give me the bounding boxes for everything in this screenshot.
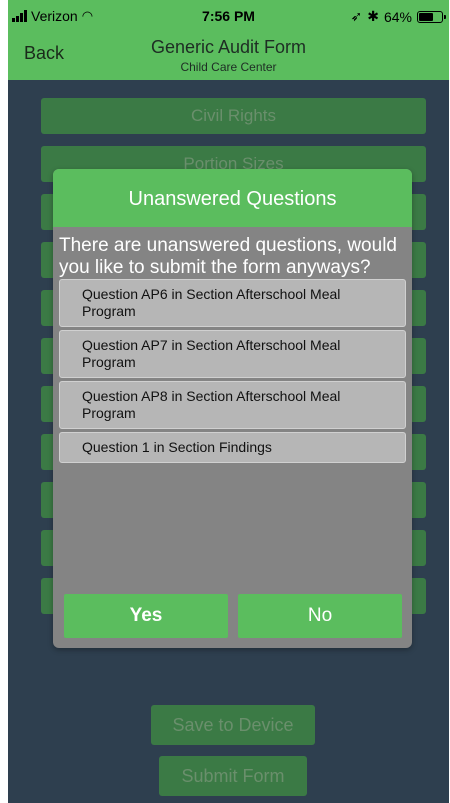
submit-form-button[interactable]: Submit Form <box>159 756 307 796</box>
battery-icon <box>417 10 446 23</box>
yes-button[interactable]: Yes <box>64 594 228 638</box>
page-title: Generic Audit Form <box>150 37 307 57</box>
dialog-actions: Yes No <box>64 594 402 638</box>
list-item[interactable]: Question AP6 in Section Afterschool Meal… <box>59 279 406 327</box>
app-screen: Verizon ◠ 7:56 PM ➶ ✱ 64% Back Generic A… <box>8 0 449 803</box>
status-bar: Verizon ◠ 7:56 PM ➶ ✱ 64% <box>8 0 449 30</box>
question-list: Question AP6 in Section Afterschool Meal… <box>59 279 406 463</box>
battery-percent: 64% <box>383 8 412 25</box>
unanswered-questions-dialog: Unanswered Questions There are unanswere… <box>53 169 412 648</box>
page-subtitle: Child Care Center <box>180 60 277 74</box>
list-item[interactable]: Question 1 in Section Findings <box>59 432 406 463</box>
list-item[interactable]: Question AP7 in Section Afterschool Meal… <box>59 330 406 378</box>
nav-bar: Back Generic Audit Form Child Care Cente… <box>8 30 449 80</box>
dialog-title: Unanswered Questions <box>53 169 412 227</box>
bluetooth-icon: ✱ <box>367 8 379 24</box>
section-button[interactable]: Civil Rights <box>41 98 426 134</box>
save-to-device-button[interactable]: Save to Device <box>151 705 315 745</box>
location-icon: ➶ <box>350 8 363 24</box>
status-right: ➶ ✱ 64% <box>350 8 446 25</box>
battery-fill <box>419 12 434 21</box>
no-button[interactable]: No <box>238 594 402 638</box>
list-item[interactable]: Question AP8 in Section Afterschool Meal… <box>59 381 406 429</box>
dialog-message: There are unanswered questions, would yo… <box>59 235 397 278</box>
